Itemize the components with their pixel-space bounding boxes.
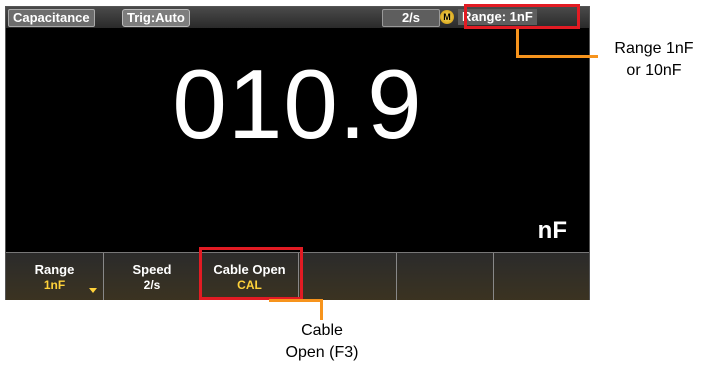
measurement-value: 010.9: [172, 49, 423, 159]
chevron-down-icon: [89, 288, 97, 293]
range-callout-line1: Range 1nF: [614, 40, 694, 57]
range-highlight-box: [464, 4, 580, 29]
range-callout: Range 1nF or 10nF: [598, 38, 710, 82]
softkey-speed[interactable]: Speed 2/s: [104, 253, 201, 300]
cable-callout-line: [269, 299, 322, 302]
trigger-status: Trig:Auto: [122, 9, 190, 27]
softkey-f4[interactable]: [299, 253, 397, 300]
range-callout-line: [516, 55, 598, 58]
softkey-label: Range: [34, 262, 75, 277]
cable-open-highlight-box: [199, 247, 303, 300]
softkey-label: Speed: [132, 262, 172, 277]
softkey-range[interactable]: Range 1nF: [6, 253, 104, 300]
range-callout-line: [516, 29, 519, 57]
softkey-f6[interactable]: [494, 253, 589, 300]
cable-callout-line2: Open (F3): [285, 344, 359, 361]
measurement-mode: Capacitance: [8, 9, 95, 27]
range-callout-line2: or 10nF: [626, 62, 682, 79]
sample-rate: 2/s: [382, 9, 440, 27]
measurement-unit: nF: [537, 217, 567, 244]
cable-callout: Cable Open (F3): [270, 320, 374, 364]
auto-mode-icon: M: [440, 10, 454, 24]
softkey-f5[interactable]: [397, 253, 494, 300]
cable-callout-line1: Cable: [301, 322, 343, 339]
cable-callout-line: [320, 299, 323, 320]
softkey-value: 2/s: [143, 278, 161, 292]
